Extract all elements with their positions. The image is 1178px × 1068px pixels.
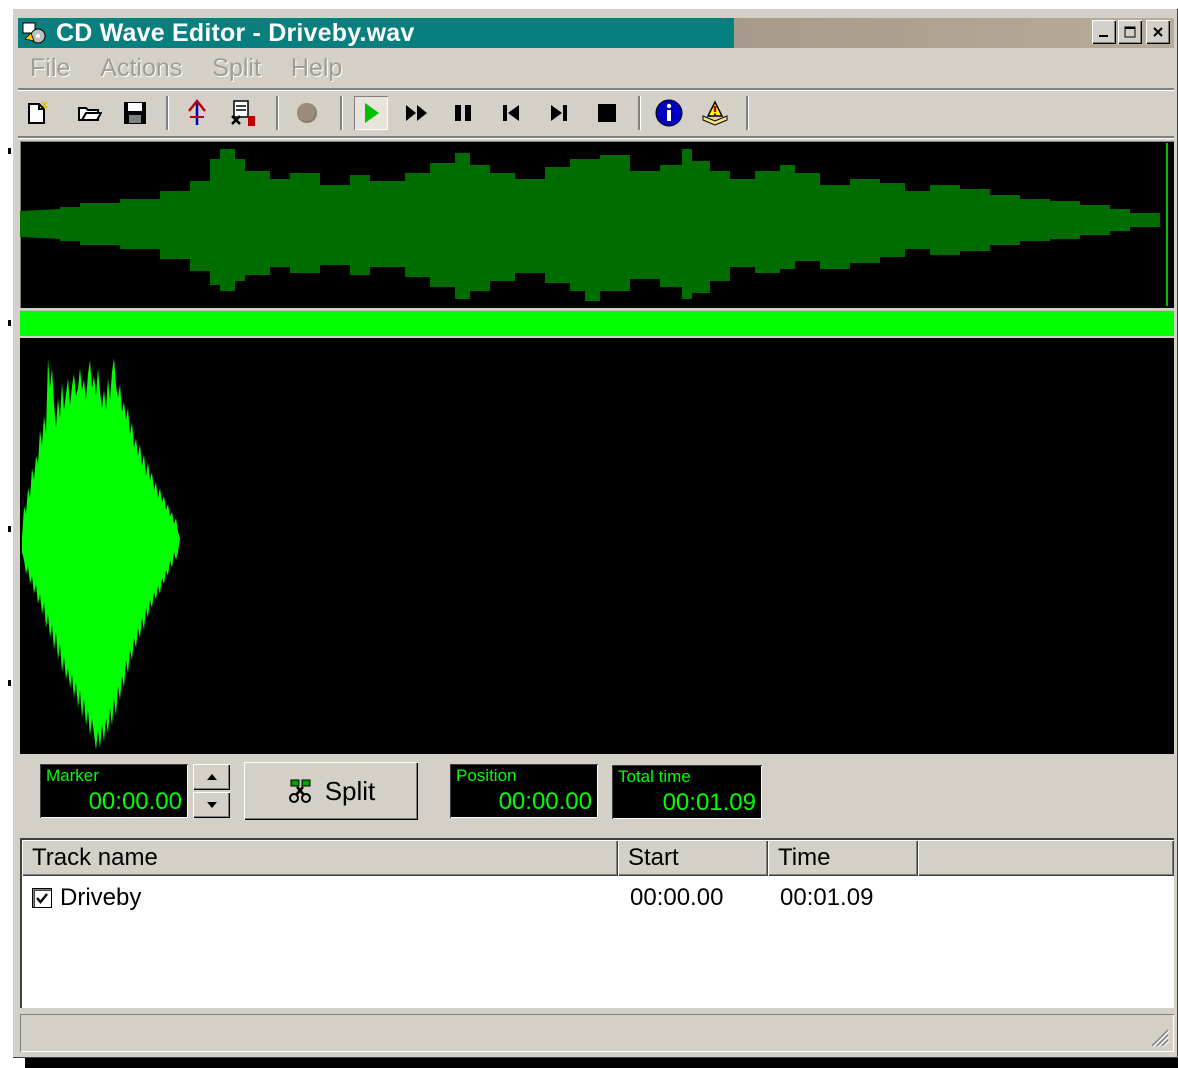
menu-file[interactable]: File (30, 54, 70, 83)
position-display: Position 00:00.00 (450, 764, 598, 818)
toolbar-divider (18, 136, 1174, 138)
toolbar-separator (276, 96, 278, 130)
marker-value: 00:00.00 (88, 788, 182, 815)
app-icon[interactable] (22, 21, 48, 45)
window-edge-marks (0, 0, 12, 1068)
track-checkbox[interactable] (32, 888, 52, 908)
marker-display: Marker 00:00.00 (40, 764, 188, 818)
pause-icon[interactable] (446, 96, 480, 130)
skip-back-icon[interactable] (494, 96, 528, 130)
skip-forward-icon[interactable] (542, 96, 576, 130)
open-folder-icon[interactable] (72, 96, 106, 130)
checkmark-icon (36, 893, 48, 904)
resize-grip-icon[interactable] (1146, 1024, 1170, 1048)
toolbar-separator (638, 96, 640, 130)
toolbar-separator (340, 96, 342, 130)
overview-end-marker (1166, 143, 1168, 306)
split-scissors-icon (288, 779, 311, 803)
info-icon[interactable] (652, 96, 686, 130)
marker-down-button[interactable] (193, 792, 230, 818)
toolbar-separator (166, 96, 168, 130)
window-title: CD Wave Editor - Driveby.wav (56, 19, 415, 47)
total-time-display: Total time 00:01.09 (612, 765, 762, 819)
selection-strip[interactable] (20, 310, 1174, 336)
status-bar (20, 1014, 1174, 1052)
auto-split-icon[interactable] (226, 96, 260, 130)
table-row[interactable]: Driveby 00:00.00 00:01.09 (30, 882, 1174, 916)
title-bar[interactable]: CD Wave Editor - Driveby.wav (18, 18, 1174, 48)
toolbar-separator (746, 96, 748, 130)
menu-bar: File Actions Split Help (18, 50, 1174, 86)
detail-waveform[interactable] (20, 338, 1174, 754)
total-time-value: 00:01.09 (662, 789, 756, 816)
menu-divider (18, 88, 1174, 90)
new-file-icon[interactable] (20, 96, 54, 130)
split-button-label: Split (324, 775, 376, 806)
detail-waveform-shape (22, 358, 180, 750)
column-header-time[interactable]: Time (768, 840, 918, 876)
menu-split[interactable]: Split (212, 54, 261, 83)
column-header-track-name[interactable]: Track name (22, 840, 618, 876)
column-header-start[interactable]: Start (618, 840, 768, 876)
help-book-icon[interactable] (698, 96, 732, 130)
maximize-button[interactable] (1118, 20, 1142, 44)
stop-icon[interactable] (590, 96, 624, 130)
position-label: Position (456, 766, 517, 785)
marker-arrow-icon[interactable] (180, 96, 214, 130)
position-value: 00:00.00 (498, 788, 592, 815)
marker-spinner (193, 764, 230, 818)
menu-actions[interactable]: Actions (100, 54, 182, 83)
marker-up-button[interactable] (193, 764, 230, 790)
fast-forward-icon[interactable] (400, 96, 434, 130)
split-button[interactable]: Split (244, 762, 418, 820)
track-list: Track name Start Time Driveby 00:00.00 0… (20, 838, 1174, 1008)
track-time: 00:01.09 (780, 884, 874, 911)
save-icon[interactable] (118, 96, 152, 130)
track-name: Driveby (60, 884, 142, 911)
close-button[interactable] (1146, 20, 1170, 44)
menu-help[interactable]: Help (291, 54, 342, 83)
marker-label: Marker (46, 766, 99, 785)
overview-waveform[interactable] (20, 141, 1174, 308)
play-icon[interactable] (354, 96, 388, 130)
minimize-button[interactable] (1092, 20, 1116, 44)
window-shadow (25, 1058, 1178, 1068)
overview-waveform-shape (20, 149, 1160, 301)
total-time-label: Total time (618, 767, 691, 786)
track-start: 00:00.00 (630, 884, 724, 911)
track-list-header: Track name Start Time (22, 840, 1174, 876)
column-header-filler (918, 840, 1174, 876)
toolbar (18, 92, 1174, 134)
record-icon[interactable] (290, 96, 324, 130)
